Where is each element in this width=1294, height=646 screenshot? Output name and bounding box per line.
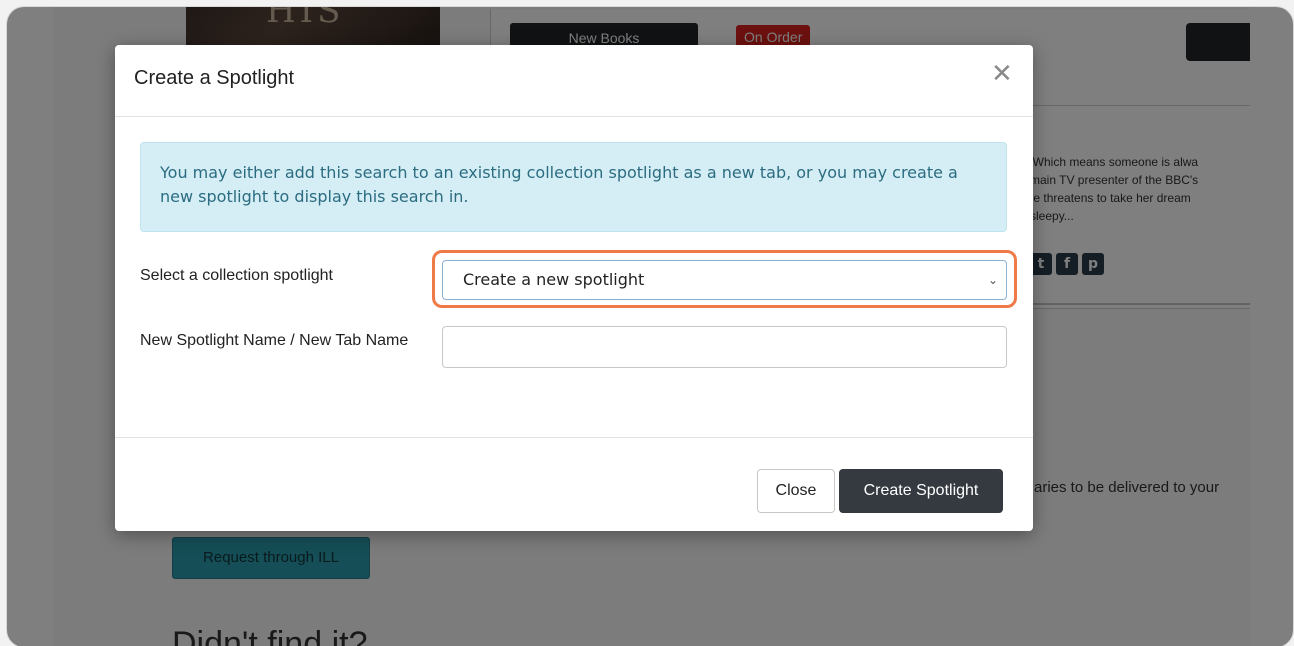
- select-spotlight-label: Select a collection spotlight: [140, 267, 333, 284]
- modal-header: Create a Spotlight ✕: [115, 45, 1033, 117]
- spotlight-select[interactable]: Create a new spotlight ⌄: [442, 260, 1007, 300]
- create-spotlight-modal: Create a Spotlight ✕ You may either add …: [115, 45, 1033, 531]
- close-button[interactable]: Close: [757, 469, 835, 513]
- spotlight-select-value: Create a new spotlight: [463, 270, 645, 289]
- spotlight-name-input[interactable]: [442, 326, 1007, 368]
- info-alert: You may either add this search to an exi…: [140, 142, 1007, 232]
- modal-title: Create a Spotlight: [134, 67, 295, 89]
- create-spotlight-button[interactable]: Create Spotlight: [839, 469, 1003, 513]
- modal-footer-divider: [115, 437, 1033, 438]
- chevron-down-icon: ⌄: [987, 273, 998, 287]
- close-icon[interactable]: ✕: [991, 61, 1013, 87]
- spotlight-name-label: New Spotlight Name / New Tab Name: [140, 332, 409, 349]
- screenshot-frame: HIS New Books On Order P s. Which means …: [6, 6, 1294, 646]
